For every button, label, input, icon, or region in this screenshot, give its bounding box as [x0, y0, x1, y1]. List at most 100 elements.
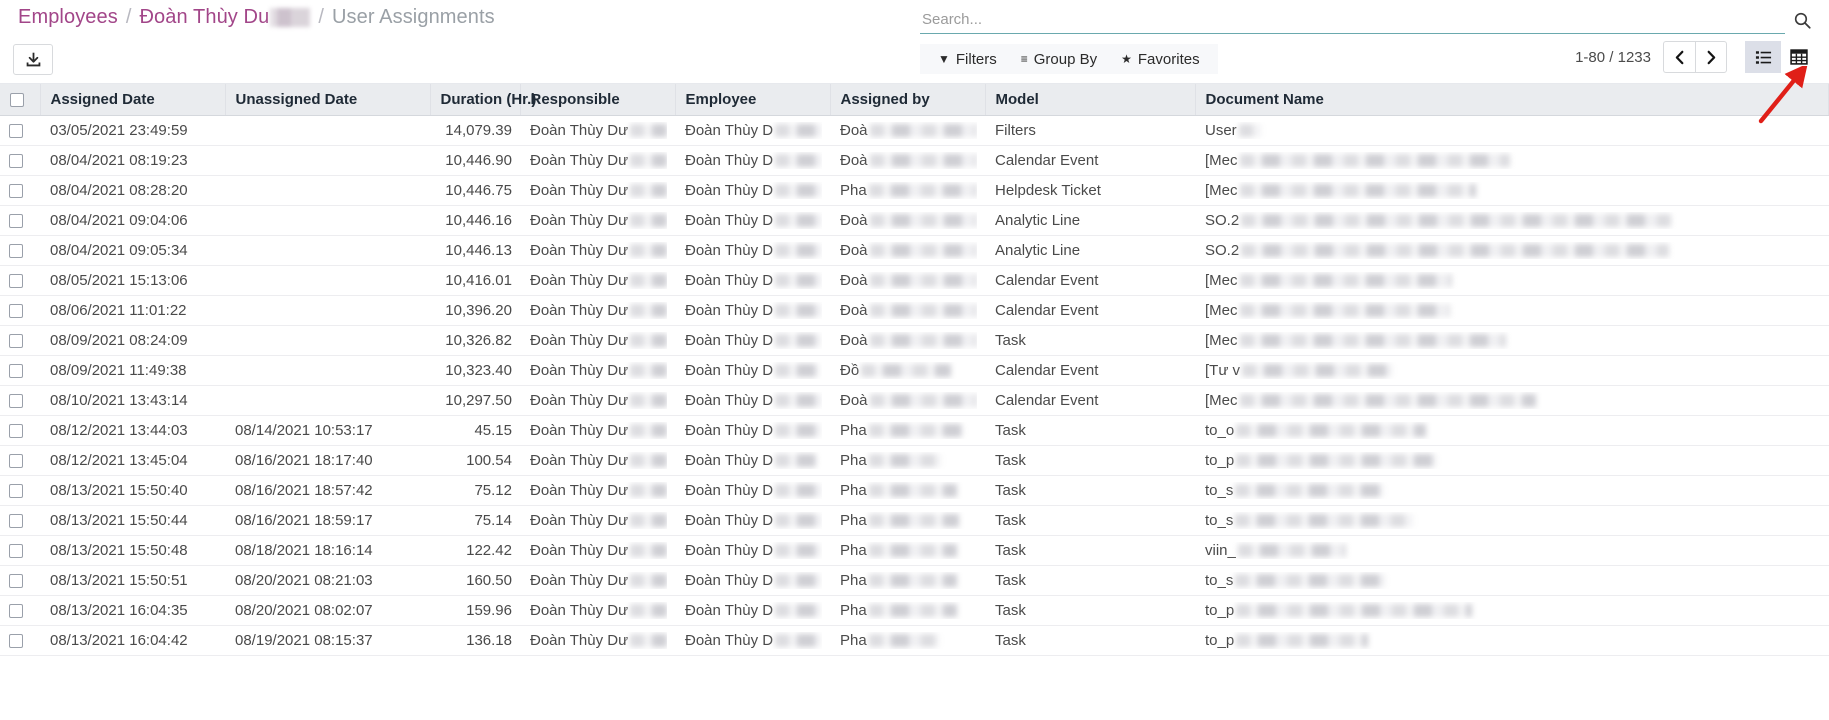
cell-model: Filters	[985, 116, 1195, 146]
list-view-table-container[interactable]: Assigned Date Unassigned Date Duration (…	[0, 84, 1829, 720]
employee-text: Đoàn Thùy D	[685, 212, 773, 229]
table-row[interactable]: 08/09/2021 11:49:3810,323.40Đoàn Thùy Dư…	[0, 356, 1829, 386]
assigned-by-text: Pha	[840, 422, 867, 439]
table-row[interactable]: 08/13/2021 15:50:5108/20/2021 08:21:0316…	[0, 566, 1829, 596]
pager-next-button[interactable]	[1695, 41, 1727, 73]
row-checkbox[interactable]	[9, 364, 23, 378]
cell-assigned-by: Pha	[830, 176, 985, 206]
breadcrumb-item-employees[interactable]: Employees	[18, 6, 118, 29]
employee-text: Đoàn Thùy D	[685, 632, 773, 649]
row-select-cell	[0, 296, 40, 326]
table-row[interactable]: 08/13/2021 15:50:4408/16/2021 18:59:1775…	[0, 506, 1829, 536]
responsible-text: Đoàn Thùy Dư	[530, 332, 628, 349]
responsible-text: Đoàn Thùy Dư	[530, 542, 628, 559]
cell-duration: 10,396.20	[430, 296, 520, 326]
cell-duration: 10,446.13	[430, 236, 520, 266]
responsible-text: Đoàn Thùy Dư	[530, 632, 628, 649]
favorites-dropdown[interactable]: ★ Favorites	[1109, 47, 1211, 72]
breadcrumb-item-employee-name[interactable]: Đoàn Thùy Du	[140, 6, 270, 29]
table-row[interactable]: 08/04/2021 09:05:3410,446.13Đoàn Thùy Dư…	[0, 236, 1829, 266]
pivot-grid-view-button[interactable]	[1781, 41, 1817, 73]
row-checkbox[interactable]	[9, 514, 23, 528]
filters-dropdown[interactable]: ▼ Filters	[926, 47, 1009, 72]
list-view-button[interactable]	[1745, 41, 1781, 73]
pager-previous-button[interactable]	[1663, 41, 1695, 73]
table-header-row: Assigned Date Unassigned Date Duration (…	[0, 84, 1829, 116]
assigned-by-text: Pha	[840, 182, 867, 199]
cell-responsible: Đoàn Thùy Dư	[520, 146, 675, 176]
cell-employee: Đoàn Thùy D	[675, 386, 830, 416]
cell-responsible: Đoàn Thùy Dư	[520, 176, 675, 206]
row-checkbox[interactable]	[9, 604, 23, 618]
cell-duration: 10,326.82	[430, 326, 520, 356]
table-row[interactable]: 08/04/2021 08:28:2010,446.75Đoàn Thùy Dư…	[0, 176, 1829, 206]
row-checkbox[interactable]	[9, 574, 23, 588]
row-checkbox[interactable]	[9, 484, 23, 498]
table-row[interactable]: 08/09/2021 08:24:0910,326.82Đoàn Thùy Dư…	[0, 326, 1829, 356]
row-checkbox[interactable]	[9, 274, 23, 288]
column-header-unassigned-date[interactable]: Unassigned Date	[225, 84, 430, 116]
cell-unassigned-date	[225, 386, 430, 416]
groupby-dropdown[interactable]: ≡ Group By	[1009, 47, 1109, 72]
column-header-employee[interactable]: Employee	[675, 84, 830, 116]
row-select-cell	[0, 506, 40, 536]
column-header-document-name[interactable]: Document Name	[1195, 84, 1829, 116]
column-header-responsible[interactable]: Responsible	[520, 84, 675, 116]
cell-duration: 45.15	[430, 416, 520, 446]
list-view-icon	[1755, 49, 1772, 66]
cell-responsible: Đoàn Thùy Dư	[520, 326, 675, 356]
cell-unassigned-date	[225, 206, 430, 236]
table-row[interactable]: 08/13/2021 16:04:3508/20/2021 08:02:0715…	[0, 596, 1829, 626]
column-header-duration[interactable]: Duration (Hr.)	[430, 84, 520, 116]
assigned-by-text: Đoà	[840, 332, 868, 349]
row-checkbox[interactable]	[9, 244, 23, 258]
table-row[interactable]: 08/10/2021 13:43:1410,297.50Đoàn Thùy Dư…	[0, 386, 1829, 416]
column-header-assigned-by[interactable]: Assigned by	[830, 84, 985, 116]
column-header-assigned-date[interactable]: Assigned Date	[40, 84, 225, 116]
filters-label: Filters	[956, 51, 997, 68]
table-row[interactable]: 08/05/2021 15:13:0610,416.01Đoàn Thùy Dư…	[0, 266, 1829, 296]
search-input[interactable]	[920, 11, 1785, 34]
row-checkbox[interactable]	[9, 394, 23, 408]
table-body: 03/05/2021 23:49:5914,079.39Đoàn Thùy Dư…	[0, 116, 1829, 656]
table-row[interactable]: 08/13/2021 15:50:4808/18/2021 18:16:1412…	[0, 536, 1829, 566]
table-row[interactable]: 08/13/2021 16:04:4208/19/2021 08:15:3713…	[0, 626, 1829, 656]
row-checkbox[interactable]	[9, 454, 23, 468]
row-checkbox[interactable]	[9, 304, 23, 318]
cell-assigned-date: 08/04/2021 08:28:20	[40, 176, 225, 206]
table-row[interactable]: 03/05/2021 23:49:5914,079.39Đoàn Thùy Dư…	[0, 116, 1829, 146]
row-checkbox[interactable]	[9, 634, 23, 648]
row-checkbox[interactable]	[9, 544, 23, 558]
cell-document-name: [Mec	[1195, 176, 1829, 206]
cell-responsible: Đoàn Thùy Dư	[520, 596, 675, 626]
select-all-checkbox[interactable]	[10, 93, 24, 107]
table-row[interactable]: 08/12/2021 13:44:0308/14/2021 10:53:1745…	[0, 416, 1829, 446]
employee-text: Đoàn Thùy D	[685, 272, 773, 289]
row-checkbox[interactable]	[9, 334, 23, 348]
table-row[interactable]: 08/06/2021 11:01:2210,396.20Đoàn Thùy Dư…	[0, 296, 1829, 326]
pivot-grid-view-icon	[1790, 48, 1808, 66]
table-row[interactable]: 08/13/2021 15:50:4008/16/2021 18:57:4275…	[0, 476, 1829, 506]
export-button[interactable]	[13, 44, 53, 75]
employee-text: Đoàn Thùy D	[685, 572, 773, 589]
row-checkbox[interactable]	[9, 424, 23, 438]
column-header-model[interactable]: Model	[985, 84, 1195, 116]
cell-document-name: to_p	[1195, 626, 1829, 656]
pager-buttons	[1663, 41, 1727, 73]
cell-assigned-by: Pha	[830, 476, 985, 506]
cell-model: Calendar Event	[985, 266, 1195, 296]
row-checkbox[interactable]	[9, 184, 23, 198]
row-checkbox[interactable]	[9, 124, 23, 138]
row-checkbox[interactable]	[9, 154, 23, 168]
search-button[interactable]	[1785, 6, 1819, 34]
cell-employee: Đoàn Thùy D	[675, 476, 830, 506]
cell-employee: Đoàn Thùy D	[675, 206, 830, 236]
table-row[interactable]: 08/04/2021 09:04:0610,446.16Đoàn Thùy Dư…	[0, 206, 1829, 236]
table-row[interactable]: 08/12/2021 13:45:0408/16/2021 18:17:4010…	[0, 446, 1829, 476]
pager-range[interactable]: 1-80 / 1233	[1575, 49, 1651, 66]
cell-employee: Đoàn Thùy D	[675, 236, 830, 266]
row-checkbox[interactable]	[9, 214, 23, 228]
document-name-text: SO.2	[1205, 212, 1239, 229]
cell-employee: Đoàn Thùy D	[675, 536, 830, 566]
table-row[interactable]: 08/04/2021 08:19:2310,446.90Đoàn Thùy Dư…	[0, 146, 1829, 176]
